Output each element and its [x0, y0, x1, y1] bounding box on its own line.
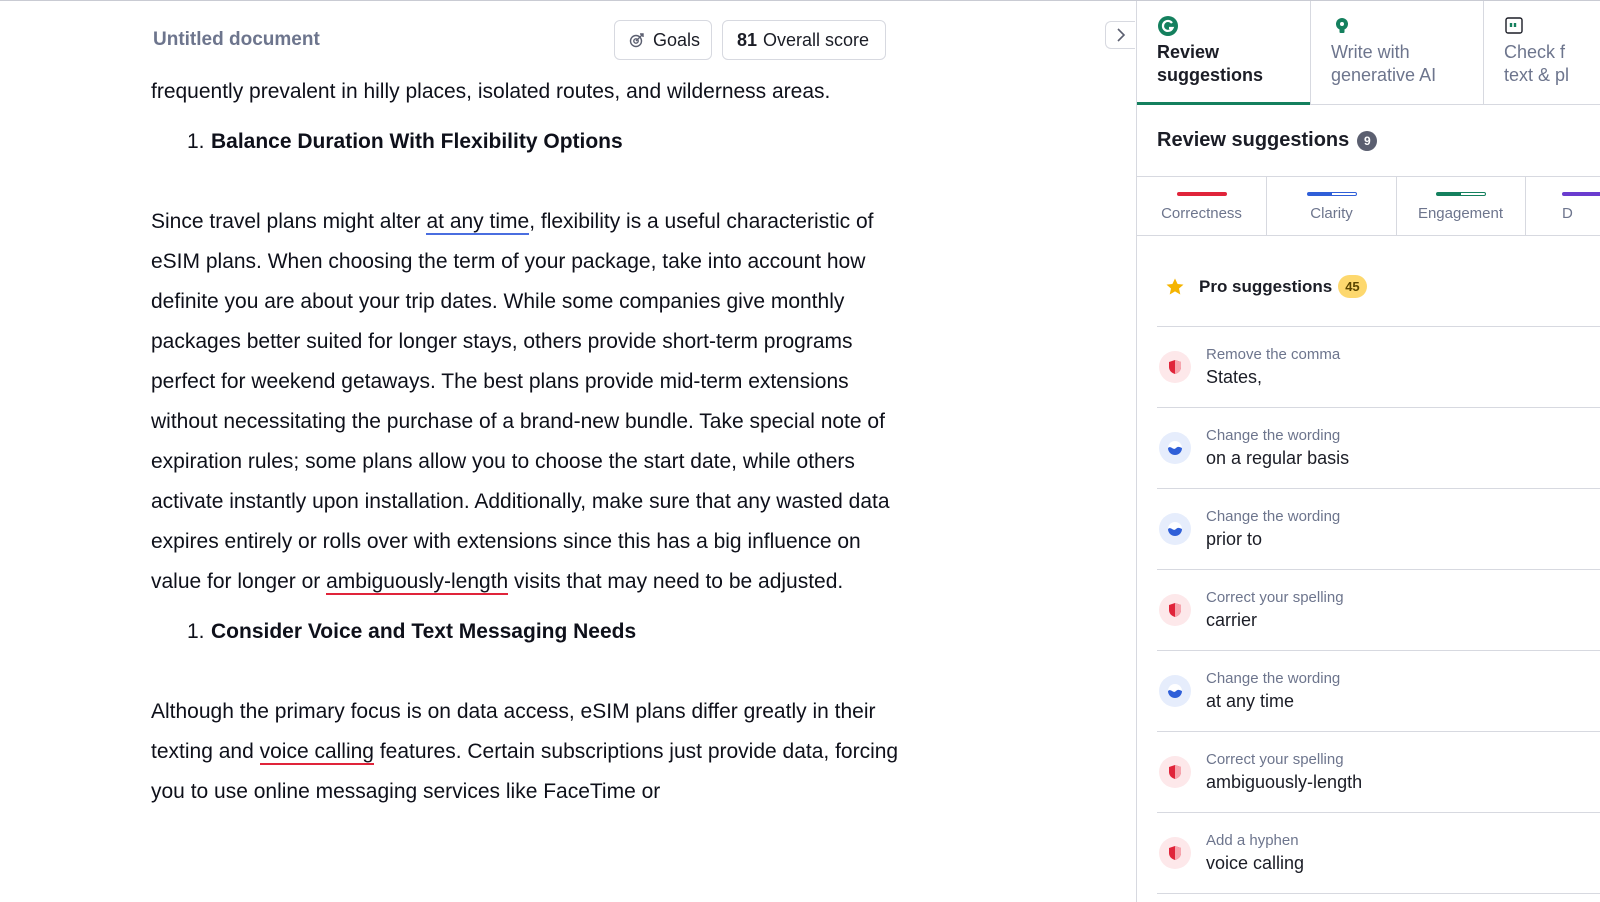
paragraph: Since travel plans might alter at any ti…: [151, 202, 911, 602]
text-run: , flexibility is a useful characteristic…: [151, 210, 890, 593]
overall-score-button[interactable]: 81 Overall score: [722, 20, 886, 60]
engagement-bar: [1436, 192, 1486, 196]
tab-label: Check f text & pl: [1504, 42, 1570, 85]
review-suggestions-title: Review suggestions 9: [1157, 129, 1378, 152]
tab-check-text[interactable]: Check f text & pl: [1483, 1, 1600, 105]
title-text: Review suggestions: [1157, 129, 1350, 151]
goals-button[interactable]: Goals: [614, 20, 712, 60]
suggestion-card[interactable]: Correct your spelling carrier: [1157, 570, 1600, 651]
correctness-shield-icon: [1159, 351, 1191, 383]
tab-review-suggestions[interactable]: Review suggestions: [1137, 1, 1310, 105]
suggestion-card[interactable]: Change the wording on a regular basis: [1157, 408, 1600, 489]
text-run: visits that may need to be adjusted.: [508, 570, 844, 593]
delivery-bar: [1562, 192, 1600, 196]
suggestion-card[interactable]: Change the wording prior to: [1157, 489, 1600, 570]
document-title[interactable]: Untitled document: [153, 29, 320, 51]
text-run: Since travel plans might alter: [151, 210, 427, 233]
correctness-shield-icon: [1159, 756, 1191, 788]
suggestion-count-badge: 9: [1357, 130, 1378, 151]
suggestion-word: States,: [1206, 367, 1263, 387]
grammarly-g-icon: [1158, 16, 1178, 36]
clarity-wave-icon: [1159, 513, 1191, 545]
quote-icon: [1505, 17, 1523, 34]
suggestion-kind: Remove the comma: [1206, 346, 1341, 363]
heading-text: Consider Voice and Text Messaging Needs: [211, 620, 637, 643]
suggestion-word: at any time: [1206, 691, 1295, 711]
goals-label: Goals: [653, 29, 701, 50]
suggestion-word: on a regular basis: [1206, 448, 1350, 468]
score-value: 81: [737, 29, 758, 50]
suggestion-card[interactable]: Correct your spelling ambiguously-length: [1157, 732, 1600, 813]
score-label: Overall score: [763, 29, 870, 50]
category-label: D: [1562, 205, 1573, 222]
suggestion-list: Remove the comma States, Change the wordi…: [1157, 327, 1600, 894]
suggestion-kind: Change the wording: [1206, 427, 1341, 444]
suggestion-kind: Change the wording: [1206, 670, 1341, 687]
bulb-icon: [1336, 18, 1348, 33]
clarity-highlight[interactable]: at any time: [426, 210, 530, 235]
suggestion-kind: Add a hyphen: [1206, 832, 1299, 849]
category-clarity[interactable]: Clarity: [1267, 177, 1397, 236]
clarity-wave-icon: [1159, 675, 1191, 707]
suggestion-kind: Change the wording: [1206, 508, 1341, 525]
pro-suggestions-label: Pro suggestions: [1199, 276, 1333, 296]
suggestion-word: ambiguously-length: [1206, 772, 1363, 792]
category-correctness[interactable]: Correctness: [1137, 177, 1267, 236]
suggestion-card[interactable]: Change the wording at any time: [1157, 651, 1600, 732]
suggestion-word: voice calling: [1206, 853, 1305, 873]
category-delivery[interactable]: D: [1526, 177, 1600, 236]
pro-count-badge: 45: [1338, 275, 1367, 298]
star-icon: [1166, 278, 1184, 294]
list-heading: 1. Balance Duration With Flexibility Opt…: [151, 122, 911, 162]
list-heading: 1. Consider Voice and Text Messaging Nee…: [151, 612, 911, 652]
correctness-bar: [1177, 192, 1227, 196]
tab-label: Review suggestions: [1157, 42, 1264, 85]
suggestion-kind: Correct your spelling: [1206, 589, 1344, 606]
paragraph: Although the primary focus is on data ac…: [151, 692, 911, 812]
chevron-right-icon: [1116, 28, 1125, 42]
sidebar-tabs: Review suggestions Write with generative…: [1137, 1, 1600, 105]
clarity-wave-icon: [1159, 432, 1191, 464]
tab-write-generative-ai[interactable]: Write with generative AI: [1310, 1, 1483, 105]
correctness-shield-icon: [1159, 594, 1191, 626]
suggestion-kind: Correct your spelling: [1206, 751, 1344, 768]
category-engagement[interactable]: Engagement: [1396, 177, 1526, 236]
suggestion-word: carrier: [1206, 610, 1258, 630]
list-number: 1.: [187, 620, 205, 643]
clarity-bar: [1307, 192, 1357, 196]
category-label: Clarity: [1310, 205, 1353, 222]
tab-label: Write with generative AI: [1331, 42, 1437, 85]
category-tabs: Correctness Clarity Engagement D: [1137, 176, 1600, 236]
suggestion-word: prior to: [1206, 529, 1263, 549]
collapse-sidebar-button[interactable]: [1105, 21, 1135, 49]
text-line: frequently prevalent in hilly places, is…: [151, 80, 831, 103]
assistant-sidebar: Review suggestions Write with generative…: [1136, 1, 1600, 902]
suggestion-card[interactable]: Remove the comma States,: [1157, 327, 1600, 408]
correctness-highlight[interactable]: voice calling: [259, 740, 374, 765]
pro-suggestions-row[interactable]: Pro suggestions 45: [1157, 263, 1600, 327]
suggestion-card[interactable]: Add a hyphen voice calling: [1157, 813, 1600, 894]
document-editor[interactable]: frequently prevalent in hilly places, is…: [151, 72, 911, 822]
list-number: 1.: [187, 130, 205, 153]
correctness-highlight[interactable]: ambiguously-length: [326, 570, 509, 595]
correctness-shield-icon: [1159, 837, 1191, 869]
target-icon: [629, 33, 644, 48]
category-label: Engagement: [1417, 205, 1504, 222]
category-label: Correctness: [1161, 205, 1242, 222]
heading-text: Balance Duration With Flexibility Option…: [211, 130, 623, 153]
